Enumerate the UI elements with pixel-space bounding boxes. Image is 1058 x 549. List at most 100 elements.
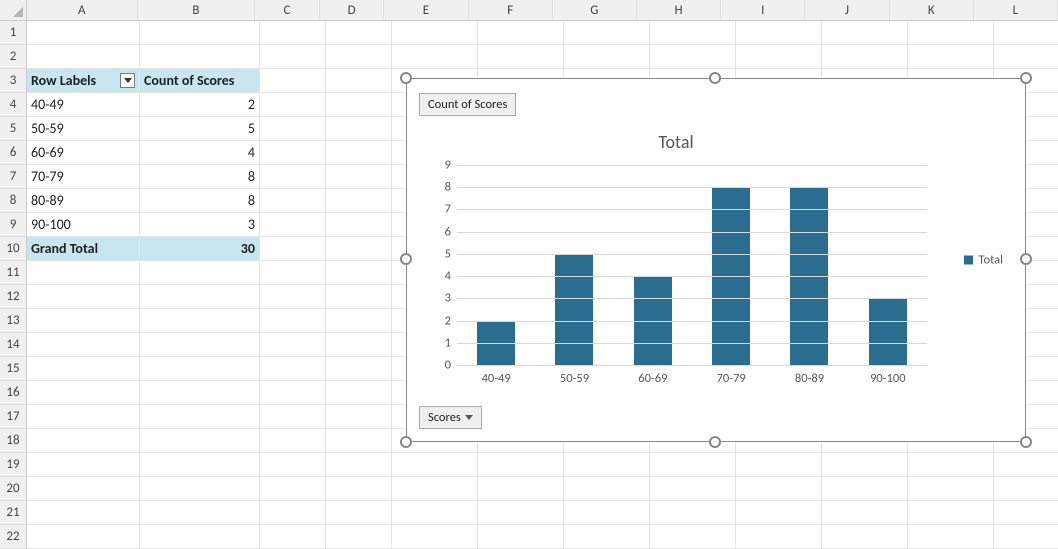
cell-B15[interactable]	[140, 357, 260, 381]
cell-D9[interactable]	[326, 213, 392, 237]
column-header-E[interactable]: E	[384, 0, 468, 21]
plot-area[interactable]: 0123456789 40-4950-5960-6970-7980-8990-1…	[437, 165, 927, 365]
cell-H21[interactable]	[650, 501, 736, 525]
row-header-7[interactable]: 7	[0, 165, 27, 189]
cell-I1[interactable]	[736, 21, 822, 45]
cell-H19[interactable]	[650, 453, 736, 477]
row-header-1[interactable]: 1	[0, 21, 27, 45]
cell-J1[interactable]	[822, 21, 908, 45]
cell-I2[interactable]	[736, 45, 822, 69]
cell-B17[interactable]	[140, 405, 260, 429]
cell-D6[interactable]	[326, 141, 392, 165]
cell-I19[interactable]	[736, 453, 822, 477]
cell-D17[interactable]	[326, 405, 392, 429]
column-header-A[interactable]: A	[27, 0, 138, 21]
column-header-H[interactable]: H	[637, 0, 721, 21]
cell-D19[interactable]	[326, 453, 392, 477]
cell-D5[interactable]	[326, 117, 392, 141]
cell-C2[interactable]	[260, 45, 326, 69]
resize-handle-l[interactable]	[400, 253, 412, 265]
pivot-chart[interactable]: Count of Scores Scores Total Total 01234…	[406, 78, 1026, 442]
cell-C17[interactable]	[260, 405, 326, 429]
cell-B21[interactable]	[140, 501, 260, 525]
cell-H22[interactable]	[650, 525, 736, 549]
resize-handle-b[interactable]	[709, 436, 721, 448]
cell-E20[interactable]	[392, 477, 478, 501]
cell-C12[interactable]	[260, 285, 326, 309]
pivot-row-label[interactable]: 90-100	[27, 213, 140, 237]
cell-F21[interactable]	[478, 501, 564, 525]
resize-handle-bl[interactable]	[400, 436, 412, 448]
pivot-row-value[interactable]: 4	[140, 141, 260, 165]
cell-D2[interactable]	[326, 45, 392, 69]
cell-L19[interactable]	[994, 453, 1058, 477]
cell-G20[interactable]	[564, 477, 650, 501]
cell-F20[interactable]	[478, 477, 564, 501]
pivot-row-label[interactable]: 60-69	[27, 141, 140, 165]
cell-E19[interactable]	[392, 453, 478, 477]
pivot-row-label[interactable]: 80-89	[27, 189, 140, 213]
cell-K20[interactable]	[908, 477, 994, 501]
cell-J22[interactable]	[822, 525, 908, 549]
pivot-row-label[interactable]: 40-49	[27, 93, 140, 117]
cell-D7[interactable]	[326, 165, 392, 189]
cell-J19[interactable]	[822, 453, 908, 477]
cell-L2[interactable]	[994, 45, 1058, 69]
row-header-8[interactable]: 8	[0, 189, 27, 213]
cell-C8[interactable]	[260, 189, 326, 213]
cell-L1[interactable]	[994, 21, 1058, 45]
column-header-K[interactable]: K	[890, 0, 974, 21]
cell-K2[interactable]	[908, 45, 994, 69]
cell-A11[interactable]	[27, 261, 140, 285]
column-header-J[interactable]: J	[805, 0, 889, 21]
cell-K19[interactable]	[908, 453, 994, 477]
pivot-row-value[interactable]: 3	[140, 213, 260, 237]
cell-C9[interactable]	[260, 213, 326, 237]
cell-D10[interactable]	[326, 237, 392, 261]
cell-K22[interactable]	[908, 525, 994, 549]
chart-legend[interactable]: Total	[964, 253, 1003, 268]
cell-A16[interactable]	[27, 381, 140, 405]
cell-D13[interactable]	[326, 309, 392, 333]
chart-values-pill[interactable]: Count of Scores	[419, 93, 516, 116]
cell-A17[interactable]	[27, 405, 140, 429]
resize-handle-br[interactable]	[1020, 436, 1032, 448]
cell-D16[interactable]	[326, 381, 392, 405]
cell-A12[interactable]	[27, 285, 140, 309]
cell-J21[interactable]	[822, 501, 908, 525]
cell-G21[interactable]	[564, 501, 650, 525]
chart-title[interactable]: Total	[407, 131, 945, 153]
row-header-2[interactable]: 2	[0, 45, 27, 69]
column-header-F[interactable]: F	[469, 0, 553, 21]
pivot-grand-total-label[interactable]: Grand Total	[27, 237, 140, 261]
row-header-19[interactable]: 19	[0, 453, 27, 477]
cell-D1[interactable]	[326, 21, 392, 45]
cell-E1[interactable]	[392, 21, 478, 45]
cell-G22[interactable]	[564, 525, 650, 549]
cell-C10[interactable]	[260, 237, 326, 261]
cell-C15[interactable]	[260, 357, 326, 381]
cell-B19[interactable]	[140, 453, 260, 477]
row-header-5[interactable]: 5	[0, 117, 27, 141]
cell-B20[interactable]	[140, 477, 260, 501]
cell-B13[interactable]	[140, 309, 260, 333]
row-header-17[interactable]: 17	[0, 405, 27, 429]
cell-L20[interactable]	[994, 477, 1058, 501]
cell-L22[interactable]	[994, 525, 1058, 549]
cell-F22[interactable]	[478, 525, 564, 549]
row-header-15[interactable]: 15	[0, 357, 27, 381]
column-header-D[interactable]: D	[320, 0, 385, 21]
cell-L21[interactable]	[994, 501, 1058, 525]
chart-axis-pill[interactable]: Scores	[419, 406, 482, 429]
cell-G2[interactable]	[564, 45, 650, 69]
cell-C16[interactable]	[260, 381, 326, 405]
cell-B14[interactable]	[140, 333, 260, 357]
cell-C21[interactable]	[260, 501, 326, 525]
cell-D14[interactable]	[326, 333, 392, 357]
cell-J2[interactable]	[822, 45, 908, 69]
cell-H2[interactable]	[650, 45, 736, 69]
row-header-6[interactable]: 6	[0, 141, 27, 165]
cell-A22[interactable]	[27, 525, 140, 549]
cell-F19[interactable]	[478, 453, 564, 477]
resize-handle-r[interactable]	[1020, 253, 1032, 265]
